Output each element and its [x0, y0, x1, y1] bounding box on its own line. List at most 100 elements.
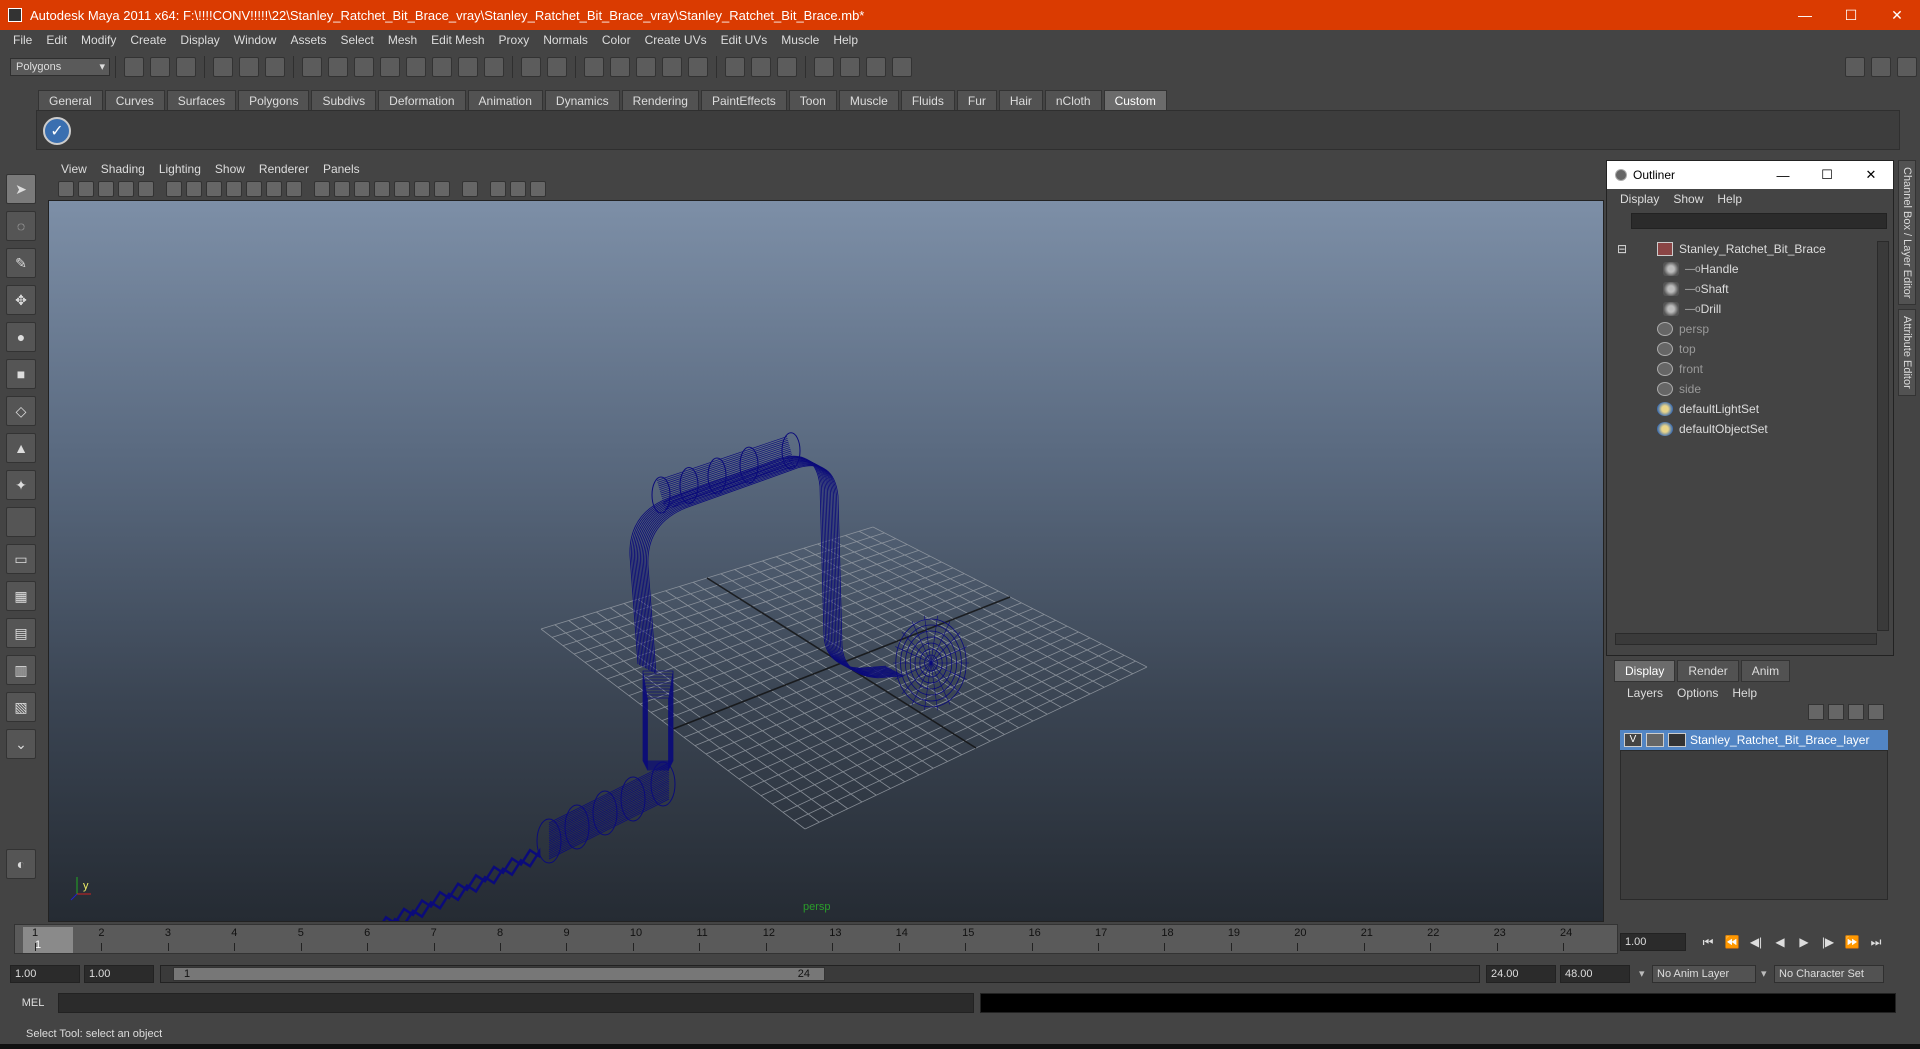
construction-history-icon[interactable]	[777, 57, 797, 77]
wireframe-icon[interactable]	[314, 181, 330, 197]
new-layer-from-selected-icon[interactable]	[1868, 704, 1884, 720]
menu-modify[interactable]: Modify	[74, 33, 123, 47]
smooth-shade-icon[interactable]	[334, 181, 350, 197]
outliner-menu-display[interactable]: Display	[1613, 192, 1666, 206]
outliner-close-button[interactable]: ✕	[1849, 167, 1893, 183]
checkmark-tool-icon[interactable]: ✓	[43, 117, 71, 145]
maximize-button[interactable]: ☐	[1828, 0, 1874, 30]
step-back-key-button[interactable]: ⏪	[1720, 935, 1744, 949]
shelf-tab-painteffects[interactable]: PaintEffects	[700, 90, 787, 110]
output-ops-icon[interactable]	[751, 57, 771, 77]
field-chart-icon[interactable]	[246, 181, 262, 197]
shelf-tab-hair[interactable]: Hair	[998, 90, 1043, 110]
layer-row[interactable]: V Stanley_Ratchet_Bit_Brace_layer	[1620, 730, 1888, 750]
show-manipulator-icon[interactable]: ✦	[6, 470, 36, 500]
step-forward-frame-button[interactable]: |▶	[1816, 935, 1840, 949]
current-frame-marker[interactable]	[23, 927, 73, 953]
start-time-field[interactable]: 1.00	[10, 965, 80, 983]
range-slider[interactable]: 1 24	[160, 965, 1480, 983]
camera-fit-icon[interactable]	[510, 181, 526, 197]
camera-select-icon[interactable]	[58, 181, 74, 197]
manipulator-tool-icon[interactable]: ◇	[6, 396, 36, 426]
attribute-editor-tab[interactable]: Attribute Editor	[1898, 309, 1916, 397]
layout-options-icon[interactable]: ⌄	[6, 729, 36, 759]
shelf-tab-deformation[interactable]: Deformation	[378, 90, 466, 110]
layer-menu-options[interactable]: Options	[1670, 686, 1725, 700]
select-tool-icon[interactable]: ➤	[6, 174, 36, 204]
shelf-tab-fur[interactable]: Fur	[956, 90, 997, 110]
layer-menu-layers[interactable]: Layers	[1620, 686, 1670, 700]
open-scene-icon[interactable]	[150, 57, 170, 77]
outliner-item[interactable]: —o Drill	[1615, 299, 1875, 319]
hypershade-layout-icon[interactable]: ▧	[6, 692, 36, 722]
layer-tab-display[interactable]: Display	[1614, 660, 1676, 682]
shadows-icon[interactable]	[434, 181, 450, 197]
anim-layer-dropdown[interactable]: No Anim Layer	[1639, 965, 1756, 983]
shelf-tab-subdivs[interactable]: Subdivs	[311, 90, 377, 110]
menu-muscle[interactable]: Muscle	[774, 33, 826, 47]
menu-window[interactable]: Window	[227, 33, 284, 47]
menu-select[interactable]: Select	[333, 33, 380, 47]
select-surfaces-icon[interactable]	[380, 57, 400, 77]
four-pane-layout-icon[interactable]: ▦	[6, 581, 36, 611]
image-plane-icon[interactable]	[118, 181, 134, 197]
playback-start-field[interactable]: 1.00	[84, 965, 154, 983]
bookmarks-icon[interactable]	[98, 181, 114, 197]
shelf-tab-rendering[interactable]: Rendering	[621, 90, 699, 110]
grid-toggle-icon[interactable]	[166, 181, 182, 197]
ipr-render-icon[interactable]	[866, 57, 886, 77]
paint-select-tool-icon[interactable]: ✎	[6, 248, 36, 278]
outliner-menu-help[interactable]: Help	[1710, 192, 1749, 206]
lasso-tool-icon[interactable]: ◌	[6, 211, 36, 241]
layer-display-type-toggle[interactable]	[1646, 733, 1664, 747]
layer-visibility-toggle[interactable]: V	[1624, 733, 1642, 747]
render-settings-icon[interactable]	[892, 57, 912, 77]
menu-mesh[interactable]: Mesh	[381, 33, 424, 47]
move-layer-down-icon[interactable]	[1828, 704, 1844, 720]
menu-display[interactable]: Display	[173, 33, 226, 47]
outliner-vertical-scrollbar[interactable]	[1877, 241, 1889, 631]
new-layer-icon[interactable]	[1848, 704, 1864, 720]
select-hierarchy-icon[interactable]	[213, 57, 233, 77]
range-slider-handle[interactable]: 1 24	[173, 967, 825, 981]
time-slider[interactable]: 1 1 2 3 4 5 6 7 8 9 10 11 12 13 14 15 16 17 18 19 20 21 22 23 2…	[14, 924, 1618, 954]
select-rendering-icon[interactable]	[458, 57, 478, 77]
resolution-gate-icon[interactable]	[206, 181, 222, 197]
end-time-field[interactable]: 48.00	[1560, 965, 1630, 983]
outliner-item[interactable]: defaultObjectSet	[1615, 419, 1875, 439]
step-forward-key-button[interactable]: ⏩	[1840, 935, 1864, 949]
menu-create-uvs[interactable]: Create UVs	[638, 33, 714, 47]
highlight-selection-icon[interactable]	[547, 57, 567, 77]
render-view-icon[interactable]	[814, 57, 834, 77]
safe-action-icon[interactable]	[266, 181, 282, 197]
panel-menu-lighting[interactable]: Lighting	[152, 162, 208, 176]
wireframe-on-shaded-icon[interactable]	[354, 181, 370, 197]
command-input[interactable]	[58, 993, 974, 1013]
single-pane-layout-icon[interactable]: ▭	[6, 544, 36, 574]
rotate-tool-icon[interactable]: ●	[6, 322, 36, 352]
shelf-tab-dynamics[interactable]: Dynamics	[544, 90, 620, 110]
playback-end-field[interactable]: 24.00	[1486, 965, 1556, 983]
scale-tool-icon[interactable]: ■	[6, 359, 36, 389]
layer-color-swatch[interactable]	[1668, 733, 1686, 747]
last-tool-icon[interactable]	[6, 507, 36, 537]
move-layer-up-icon[interactable]	[1808, 704, 1824, 720]
select-object-icon[interactable]	[239, 57, 259, 77]
command-language-toggle[interactable]: MEL	[8, 997, 58, 1009]
outliner-item[interactable]: front	[1615, 359, 1875, 379]
menu-normals[interactable]: Normals	[536, 33, 595, 47]
panel-menu-renderer[interactable]: Renderer	[252, 162, 316, 176]
menu-color[interactable]: Color	[595, 33, 638, 47]
outliner-item[interactable]: —o Shaft	[1615, 279, 1875, 299]
select-curves-icon[interactable]	[354, 57, 374, 77]
collapse-icon[interactable]: ⊟	[1617, 242, 1627, 256]
play-backwards-button[interactable]: ◀	[1768, 935, 1792, 949]
persp-outliner-layout-icon[interactable]: ▤	[6, 618, 36, 648]
quick-layout-icon[interactable]: ◐	[6, 849, 36, 879]
close-button[interactable]: ✕	[1874, 0, 1920, 30]
render-frame-icon[interactable]	[840, 57, 860, 77]
shelf-tab-general[interactable]: General	[38, 90, 103, 110]
menu-help[interactable]: Help	[826, 33, 865, 47]
select-misc-icon[interactable]	[484, 57, 504, 77]
shelf-tab-toon[interactable]: Toon	[788, 90, 837, 110]
